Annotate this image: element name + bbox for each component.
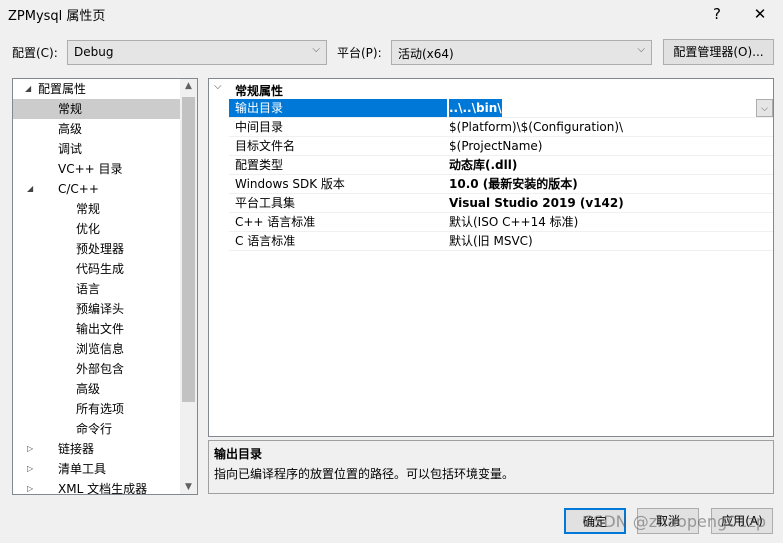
- tree-item-label: VC++ 目录: [58, 162, 123, 176]
- tree-item-label: 常规: [76, 202, 101, 216]
- watermark: CSDN @zhaopeng01zp: [582, 512, 767, 531]
- tree-item-label: 配置属性: [38, 82, 87, 96]
- config-value: Debug: [74, 45, 114, 59]
- scroll-down-icon[interactable]: ▼: [180, 482, 197, 492]
- property-row[interactable]: 输出目录 ..\..\bin\ ⌵: [229, 99, 773, 118]
- property-grid: ⌵ 常规属性 输出目录 ..\..\bin\ ⌵ 中间目录 $(Platform)\$(…: [208, 78, 774, 437]
- tree-item[interactable]: 调试: [13, 139, 181, 159]
- property-row[interactable]: Windows SDK 版本 10.0 (最新安装的版本): [229, 175, 773, 194]
- config-label: 配置(C):: [12, 46, 58, 60]
- tree-item-label: 外部包含: [76, 362, 125, 376]
- close-button[interactable]: ✕: [745, 2, 775, 26]
- expanded-icon[interactable]: ◢: [27, 179, 33, 199]
- value-dropdown-button[interactable]: ⌵: [756, 99, 773, 117]
- tree-item[interactable]: 外部包含: [13, 359, 181, 379]
- description-text: 指向已编译程序的放置位置的路径。可以包括环境变量。: [214, 467, 515, 481]
- tree-item-label: 高级: [58, 122, 83, 136]
- tree-item[interactable]: ◢ C/C++: [13, 179, 181, 199]
- property-row[interactable]: 配置类型 动态库(.dll): [229, 156, 773, 175]
- tree-item[interactable]: VC++ 目录: [13, 159, 181, 179]
- property-value[interactable]: 动态库(.dll): [449, 156, 517, 174]
- property-row[interactable]: C++ 语言标准 默认(ISO C++14 标准): [229, 213, 773, 232]
- tree-item-label: 高级: [76, 382, 101, 396]
- collapsed-icon[interactable]: ▷: [27, 439, 33, 459]
- tree-item[interactable]: ▷ 清单工具: [13, 459, 181, 479]
- tree-scrollbar[interactable]: ▲ ▼: [180, 79, 197, 494]
- property-name: 配置类型: [235, 158, 284, 172]
- property-value[interactable]: 默认(旧 MSVC): [449, 232, 533, 250]
- tree-item[interactable]: 常规: [13, 199, 181, 219]
- property-row[interactable]: C 语言标准 默认(旧 MSVC): [229, 232, 773, 251]
- tree-item-label: 预编译头: [76, 302, 125, 316]
- collapsed-icon[interactable]: ▷: [27, 479, 33, 494]
- property-name: 输出目录: [229, 99, 447, 117]
- property-name: 中间目录: [235, 120, 284, 134]
- collapse-icon[interactable]: ⌵: [214, 81, 222, 92]
- config-manager-button[interactable]: 配置管理器(O)...: [663, 39, 774, 65]
- tree-item-label: 命令行: [76, 422, 113, 436]
- description-title: 输出目录: [214, 447, 263, 461]
- tree-item-label: 优化: [76, 222, 101, 236]
- expanded-icon[interactable]: ◢: [25, 79, 31, 99]
- property-name: Windows SDK 版本: [235, 177, 345, 191]
- tree-item-label: 所有选项: [76, 402, 125, 416]
- tree-item-label: C/C++: [58, 182, 99, 196]
- tree-item[interactable]: ◢ 配置属性: [13, 79, 181, 99]
- config-dropdown[interactable]: Debug ⌵: [67, 40, 327, 65]
- property-row[interactable]: 中间目录 $(Platform)\$(Configuration)\: [229, 118, 773, 137]
- window-title: ZPMysql 属性页: [8, 9, 106, 24]
- tree-item[interactable]: 高级: [13, 379, 181, 399]
- tree-item-label: 输出文件: [76, 322, 125, 336]
- tree-item[interactable]: 输出文件: [13, 319, 181, 339]
- platform-value: 活动(x64): [398, 47, 454, 61]
- property-value[interactable]: 10.0 (最新安装的版本): [449, 175, 578, 193]
- collapsed-icon[interactable]: ▷: [27, 459, 33, 479]
- tree-item-label: 常规: [58, 102, 83, 116]
- property-value[interactable]: 默认(ISO C++14 标准): [449, 213, 578, 231]
- tree-item[interactable]: ▷ XML 文档生成器: [13, 479, 181, 495]
- platform-label: 平台(P):: [337, 46, 382, 60]
- tree-item-label: 预处理器: [76, 242, 125, 256]
- help-button[interactable]: ?: [702, 2, 732, 26]
- tree-item[interactable]: 浏览信息: [13, 339, 181, 359]
- tree-item-label: 清单工具: [58, 462, 107, 476]
- tree-item[interactable]: 所有选项: [13, 399, 181, 419]
- platform-dropdown[interactable]: 活动(x64) ⌵: [391, 40, 652, 65]
- tree-item-label: 代码生成: [76, 262, 125, 276]
- tree-item-label: 链接器: [58, 442, 95, 456]
- property-row[interactable]: 目标文件名 $(ProjectName): [229, 137, 773, 156]
- section-header: 常规属性: [235, 84, 284, 98]
- tree-item-label: 语言: [76, 282, 101, 296]
- property-name: 平台工具集: [235, 196, 296, 210]
- property-name: 目标文件名: [235, 139, 296, 153]
- chevron-down-icon: ⌵: [312, 44, 320, 55]
- scroll-up-icon[interactable]: ▲: [180, 81, 197, 91]
- chevron-down-icon: ⌵: [637, 44, 645, 55]
- tree-item-label: 浏览信息: [76, 342, 125, 356]
- property-value[interactable]: $(ProjectName): [449, 137, 542, 155]
- tree-item[interactable]: 优化: [13, 219, 181, 239]
- tree-item[interactable]: 预处理器: [13, 239, 181, 259]
- tree-item[interactable]: 常规: [13, 99, 181, 119]
- scrollbar-thumb[interactable]: [182, 97, 195, 402]
- property-row[interactable]: 平台工具集 Visual Studio 2019 (v142): [229, 194, 773, 213]
- tree-item[interactable]: ▷ 链接器: [13, 439, 181, 459]
- tree-item-label: 调试: [58, 142, 83, 156]
- description-panel: 输出目录 指向已编译程序的放置位置的路径。可以包括环境变量。: [208, 440, 774, 494]
- property-value[interactable]: Visual Studio 2019 (v142): [449, 194, 624, 212]
- property-value[interactable]: ..\..\bin\: [449, 99, 502, 117]
- tree-item[interactable]: 命令行: [13, 419, 181, 439]
- property-tree: ▷ XML 文档生成器 ▷ 清单工具 ▷ 链接器 命令行 所有选项 高级 外部包含 浏览信息 输出文件…: [12, 78, 198, 495]
- tree-item[interactable]: 高级: [13, 119, 181, 139]
- tree-item[interactable]: 预编译头: [13, 299, 181, 319]
- property-name: C++ 语言标准: [235, 215, 316, 229]
- tree-item[interactable]: 语言: [13, 279, 181, 299]
- tree-item-label: XML 文档生成器: [58, 482, 148, 495]
- property-value[interactable]: $(Platform)\$(Configuration)\: [449, 118, 623, 136]
- tree-item[interactable]: 代码生成: [13, 259, 181, 279]
- property-name: C 语言标准: [235, 234, 296, 248]
